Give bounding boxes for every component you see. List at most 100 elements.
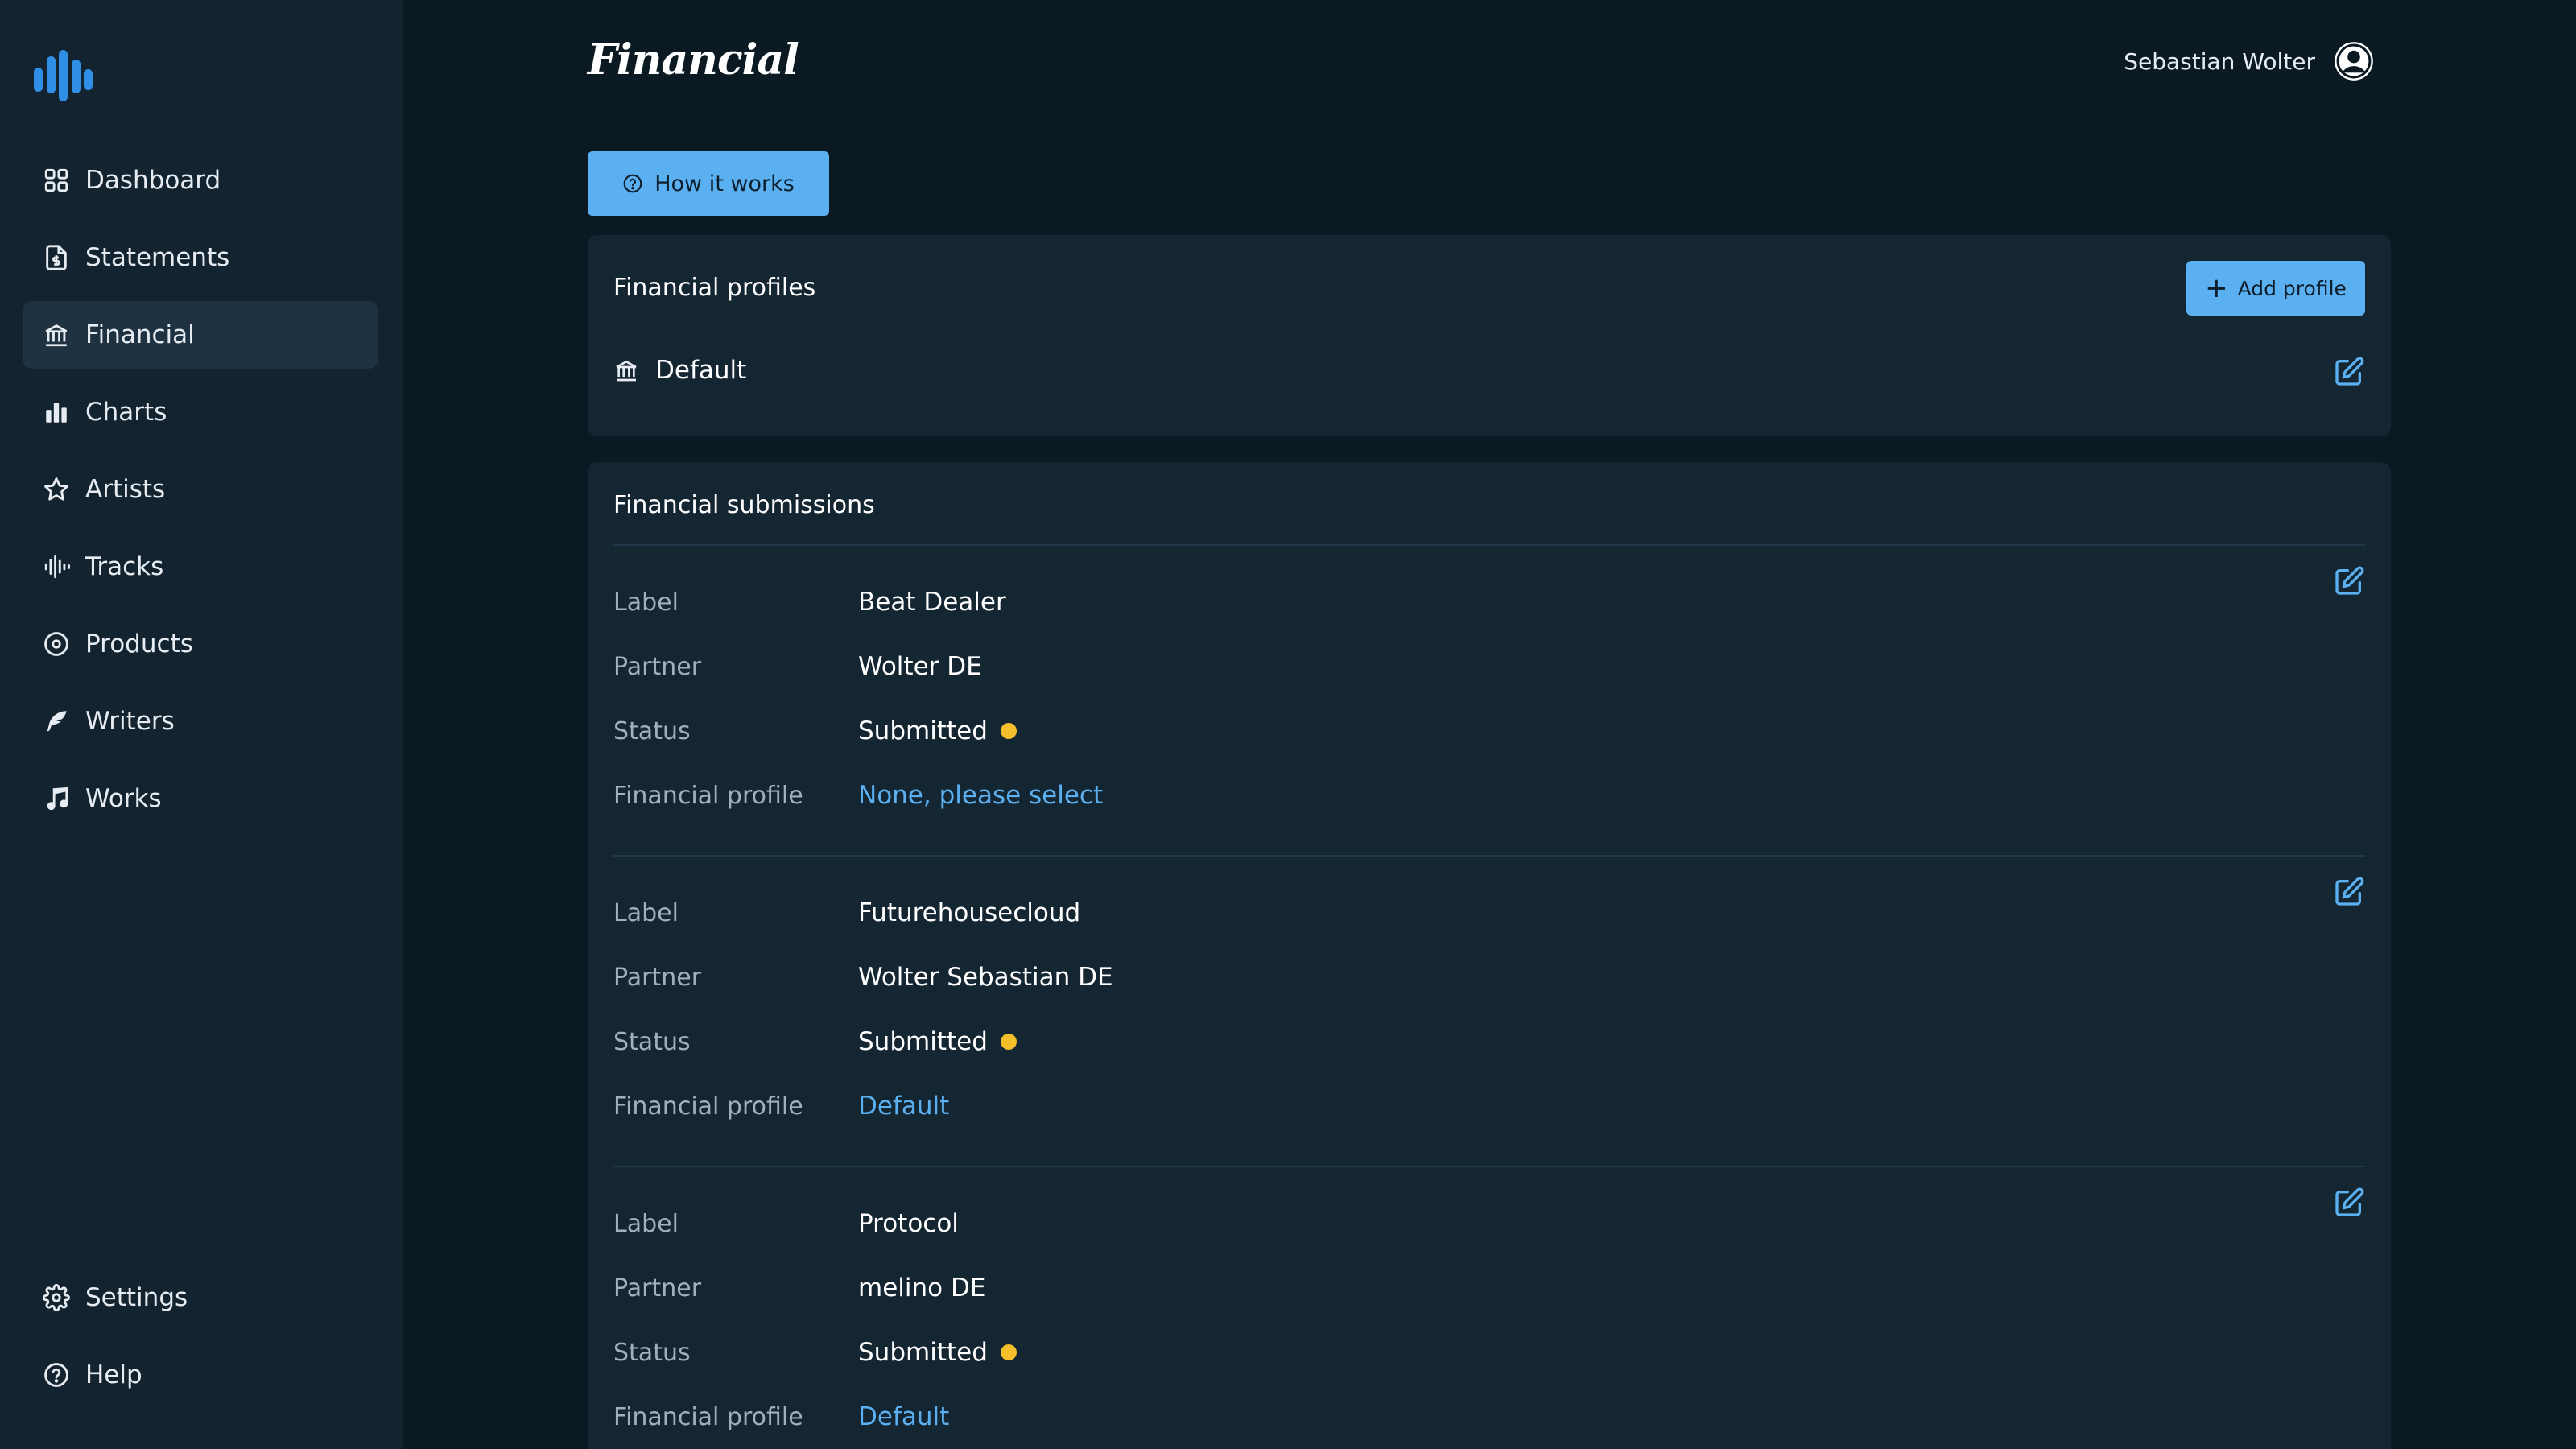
field-label: Partner <box>613 652 702 681</box>
sidebar-item-help[interactable]: Help <box>23 1341 378 1409</box>
field-label: Status <box>613 1338 691 1367</box>
music-note-icon <box>42 784 71 813</box>
submission-partner-value: Wolter DE <box>858 652 982 681</box>
submission-partner-value: melino DE <box>858 1274 986 1302</box>
sidebar-bottom-nav: Settings Help <box>23 1264 378 1418</box>
bank-icon <box>616 360 637 382</box>
edit-submission-icon[interactable] <box>2333 876 2365 908</box>
sidebar-item-charts[interactable]: Charts <box>23 378 378 446</box>
sidebar-item-settings[interactable]: Settings <box>23 1264 378 1331</box>
sidebar-item-label: Financial <box>85 320 195 349</box>
status-text: Submitted <box>858 1027 988 1056</box>
submission-label-value: Futurehousecloud <box>858 898 1081 927</box>
sidebar-item-dashboard[interactable]: Dashboard <box>23 147 378 214</box>
help-circle-icon <box>623 174 642 193</box>
status-dot <box>1000 1034 1017 1050</box>
submission-status-value: Submitted <box>858 1338 1017 1367</box>
add-profile-label: Add profile <box>2237 276 2347 300</box>
sidebar: Dashboard Statements Financial Charts Ar… <box>0 0 402 1449</box>
select-profile-link[interactable]: None, please select <box>858 781 1103 810</box>
app-logo-icon[interactable] <box>34 50 93 101</box>
profile-item: Default <box>613 356 746 385</box>
status-dot <box>1000 1344 1017 1360</box>
field-label: Label <box>613 898 679 927</box>
sidebar-item-label: Works <box>85 784 162 813</box>
field-label: Partner <box>613 1274 702 1302</box>
field-label: Partner <box>613 963 702 992</box>
sidebar-item-label: Writers <box>85 707 175 736</box>
sidebar-item-label: Dashboard <box>85 166 221 195</box>
sidebar-item-label: Help <box>85 1360 142 1389</box>
sidebar-item-statements[interactable]: Statements <box>23 224 378 291</box>
field-label: Financial profile <box>613 781 803 810</box>
help-circle-icon <box>42 1360 71 1389</box>
field-label: Status <box>613 1027 691 1056</box>
submission-label-value: Beat Dealer <box>858 588 1006 617</box>
disc-icon <box>42 630 71 658</box>
sidebar-item-financial[interactable]: Financial <box>23 301 378 369</box>
submission-label-row: Label Beat Dealer <box>613 584 1006 620</box>
waveform-icon <box>42 552 71 581</box>
submission-item: Label Futurehousecloud Partner Wolter Se… <box>613 855 2365 1166</box>
submission-label-row: Label Protocol <box>613 1206 959 1241</box>
field-label: Financial profile <box>613 1092 803 1121</box>
sidebar-item-works[interactable]: Works <box>23 765 378 832</box>
sidebar-item-tracks[interactable]: Tracks <box>23 533 378 601</box>
sidebar-item-label: Artists <box>85 475 166 504</box>
submission-profile-row: Financial profile None, please select <box>613 778 1103 813</box>
profile-link[interactable]: Default <box>858 1092 949 1121</box>
field-label: Status <box>613 716 691 745</box>
star-icon <box>42 475 71 504</box>
sidebar-item-products[interactable]: Products <box>23 610 378 678</box>
document-dollar-icon <box>42 243 71 272</box>
submission-partner-row: Partner melino DE <box>613 1270 985 1306</box>
financial-submissions-card: Financial submissions Label Beat Dealer … <box>588 462 2391 1449</box>
sidebar-item-artists[interactable]: Artists <box>23 456 378 523</box>
field-label: Label <box>613 588 679 617</box>
submission-partner-row: Partner Wolter Sebastian DE <box>613 960 1113 995</box>
financial-profiles-title: Financial profiles <box>613 274 816 302</box>
page-title: Financial <box>588 35 799 85</box>
submission-status-row: Status Submitted <box>613 1024 1017 1059</box>
submission-status-row: Status Submitted <box>613 1335 1017 1370</box>
add-profile-button[interactable]: + Add profile <box>2186 261 2365 316</box>
edit-submission-icon[interactable] <box>2333 1187 2365 1219</box>
submission-label-row: Label Futurehousecloud <box>613 895 1080 931</box>
sidebar-item-label: Settings <box>85 1283 188 1312</box>
sidebar-nav: Dashboard Statements Financial Charts Ar… <box>23 147 378 842</box>
user-avatar-icon[interactable] <box>2333 40 2375 82</box>
how-it-works-label: How it works <box>654 171 795 196</box>
status-text: Submitted <box>858 716 988 745</box>
user-menu[interactable]: Sebastian Wolter <box>2124 40 2375 82</box>
submission-item: Label Beat Dealer Partner Wolter DE Stat… <box>613 544 2365 855</box>
plus-icon: + <box>2205 272 2228 304</box>
profile-link[interactable]: Default <box>858 1402 949 1431</box>
status-text: Submitted <box>858 1338 988 1367</box>
feather-icon <box>42 707 71 736</box>
user-name: Sebastian Wolter <box>2124 47 2315 75</box>
grid-icon <box>42 166 71 195</box>
how-it-works-button[interactable]: How it works <box>588 151 829 216</box>
submission-status-value: Submitted <box>858 1027 1017 1056</box>
sidebar-item-label: Products <box>85 630 193 658</box>
field-label: Label <box>613 1209 679 1238</box>
sidebar-item-label: Tracks <box>85 552 164 581</box>
edit-submission-icon[interactable] <box>2333 565 2365 597</box>
bar-chart-icon <box>42 398 71 427</box>
submission-status-value: Submitted <box>858 716 1017 745</box>
field-label: Financial profile <box>613 1402 803 1431</box>
status-dot <box>1000 723 1017 739</box>
submission-profile-row: Financial profile Default <box>613 1088 949 1124</box>
financial-submissions-title: Financial submissions <box>613 491 875 519</box>
edit-profile-icon[interactable] <box>2333 356 2365 388</box>
submission-status-row: Status Submitted <box>613 713 1017 749</box>
submission-partner-row: Partner Wolter DE <box>613 649 982 684</box>
submission-partner-value: Wolter Sebastian DE <box>858 963 1113 992</box>
submission-label-value: Protocol <box>858 1209 959 1238</box>
submission-profile-row: Financial profile Default <box>613 1399 949 1435</box>
sidebar-item-writers[interactable]: Writers <box>23 687 378 755</box>
submission-item: Label Protocol Partner melino DE Status … <box>613 1166 2365 1449</box>
profile-name: Default <box>655 356 747 385</box>
bank-icon <box>42 320 71 349</box>
gear-icon <box>42 1283 71 1312</box>
